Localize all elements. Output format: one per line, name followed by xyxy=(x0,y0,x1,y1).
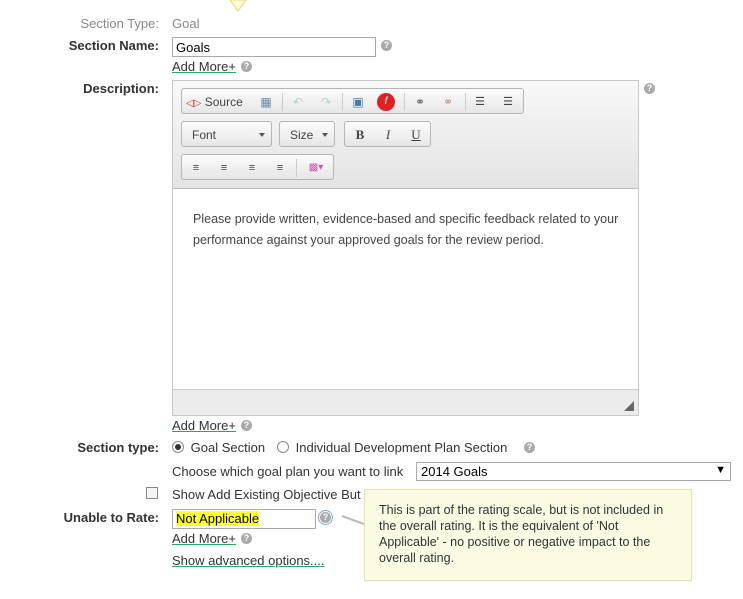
align-left-icon[interactable]: ≡ xyxy=(187,159,205,177)
radio-selected-icon xyxy=(172,441,184,453)
radio-unselected-icon xyxy=(277,441,289,453)
link-icon[interactable]: ⚭ xyxy=(411,93,429,111)
section-type-help-icon[interactable]: ? xyxy=(524,442,535,453)
preview-icon[interactable]: ▦ xyxy=(257,93,275,111)
underline-button[interactable]: U xyxy=(407,126,425,144)
unable-to-rate-input[interactable]: Not Applicable xyxy=(172,509,316,529)
unable-to-rate-value: Not Applicable xyxy=(176,511,260,526)
undo-icon[interactable]: ↶ xyxy=(289,93,307,111)
toolbar-separator xyxy=(296,159,297,177)
section-type-label: Section Type: xyxy=(80,16,159,31)
idp-section-radio[interactable]: Individual Development Plan Section xyxy=(277,440,507,455)
goal-plan-label: Choose which goal plan you want to link xyxy=(172,464,404,479)
chevron-down-icon xyxy=(322,133,328,137)
toolbar-separator xyxy=(282,93,283,111)
flash-icon[interactable]: f xyxy=(377,93,395,111)
editor-statusbar xyxy=(173,389,638,415)
show-add-existing-checkbox[interactable] xyxy=(146,487,158,499)
help-tooltip: This is part of the rating scale, but is… xyxy=(364,489,692,581)
toolbar-group-alignment: ≡ ≡ ≡ ≡ ▩▾ xyxy=(181,154,334,180)
goal-plan-selected-value: 2014 Goals xyxy=(421,464,488,479)
section-name-add-more-link[interactable]: Add More+ xyxy=(172,59,236,74)
show-add-existing-label: Show Add Existing Objective But xyxy=(172,487,361,502)
italic-button[interactable]: I xyxy=(379,126,397,144)
chevron-down-icon: ▼ xyxy=(715,464,726,476)
section-type-choice-label: Section type: xyxy=(77,440,159,455)
bulleted-list-icon[interactable]: ☰ xyxy=(499,93,517,111)
chevron-down-icon xyxy=(259,133,265,137)
justify-icon[interactable]: ≡ xyxy=(271,159,289,177)
section-name-help-icon[interactable]: ? xyxy=(381,40,392,51)
description-help-icon[interactable]: ? xyxy=(644,83,655,94)
bold-button[interactable]: B xyxy=(351,126,369,144)
unable-to-rate-add-more-link[interactable]: Add More+ xyxy=(172,531,236,546)
font-dropdown-label: Font xyxy=(192,128,217,142)
toolbar-separator xyxy=(404,93,405,111)
editor-toolbar: ◁▷ Source ▦ ↶ ↷ ▣ f ⚭ ⚭ ☰ ☰ Font Size B … xyxy=(173,81,638,189)
size-dropdown[interactable]: Size xyxy=(279,121,335,147)
goal-plan-select[interactable]: 2014 Goals ▼ xyxy=(416,462,731,481)
unable-to-rate-help-icon[interactable]: ? xyxy=(318,510,333,525)
section-name-label: Section Name: xyxy=(68,38,159,53)
size-dropdown-label: Size xyxy=(290,128,314,142)
show-advanced-options-link[interactable]: Show advanced options.... xyxy=(172,553,325,568)
unlink-icon[interactable]: ⚭ xyxy=(439,93,457,111)
numbered-list-icon[interactable]: ☰ xyxy=(471,93,489,111)
source-icon: ◁▷ xyxy=(186,98,202,109)
align-center-icon[interactable]: ≡ xyxy=(215,159,233,177)
description-add-more-help-icon[interactable]: ? xyxy=(241,420,252,431)
description-label: Description: xyxy=(83,81,159,96)
source-button-label: Source xyxy=(204,95,243,109)
toolbar-group-document: ◁▷ Source ▦ ↶ ↷ ▣ f ⚭ ⚭ ☰ ☰ xyxy=(181,88,524,114)
goal-section-radio[interactable]: Goal Section xyxy=(172,440,265,455)
section-name-add-more-help-icon[interactable]: ? xyxy=(241,61,252,72)
idp-section-radio-label: Individual Development Plan Section xyxy=(295,440,508,455)
text-color-icon[interactable]: ▩▾ xyxy=(303,159,329,177)
editor-content[interactable]: Please provide written, evidence-based a… xyxy=(193,209,623,251)
toolbar-separator xyxy=(465,93,466,111)
toolbar-separator xyxy=(342,93,343,111)
rich-text-editor: ◁▷ Source ▦ ↶ ↷ ▣ f ⚭ ⚭ ☰ ☰ Font Size B … xyxy=(172,80,639,416)
section-name-input[interactable] xyxy=(172,37,376,57)
image-icon[interactable]: ▣ xyxy=(349,93,367,111)
goal-section-radio-label: Goal Section xyxy=(190,440,266,455)
align-right-icon[interactable]: ≡ xyxy=(243,159,261,177)
pointer-triangle-icon xyxy=(229,0,247,12)
font-dropdown[interactable]: Font xyxy=(181,121,272,147)
toolbar-group-formatting: B I U xyxy=(344,121,431,147)
source-button[interactable]: ◁▷ Source xyxy=(186,93,243,111)
unable-to-rate-label: Unable to Rate: xyxy=(63,510,159,525)
unable-to-rate-add-more-help-icon[interactable]: ? xyxy=(241,533,252,544)
description-add-more-link[interactable]: Add More+ xyxy=(172,418,236,433)
section-type-value: Goal xyxy=(172,16,200,31)
redo-icon[interactable]: ↷ xyxy=(317,93,335,111)
tooltip-pointer-icon xyxy=(341,515,365,525)
resize-handle-icon[interactable] xyxy=(624,401,634,411)
